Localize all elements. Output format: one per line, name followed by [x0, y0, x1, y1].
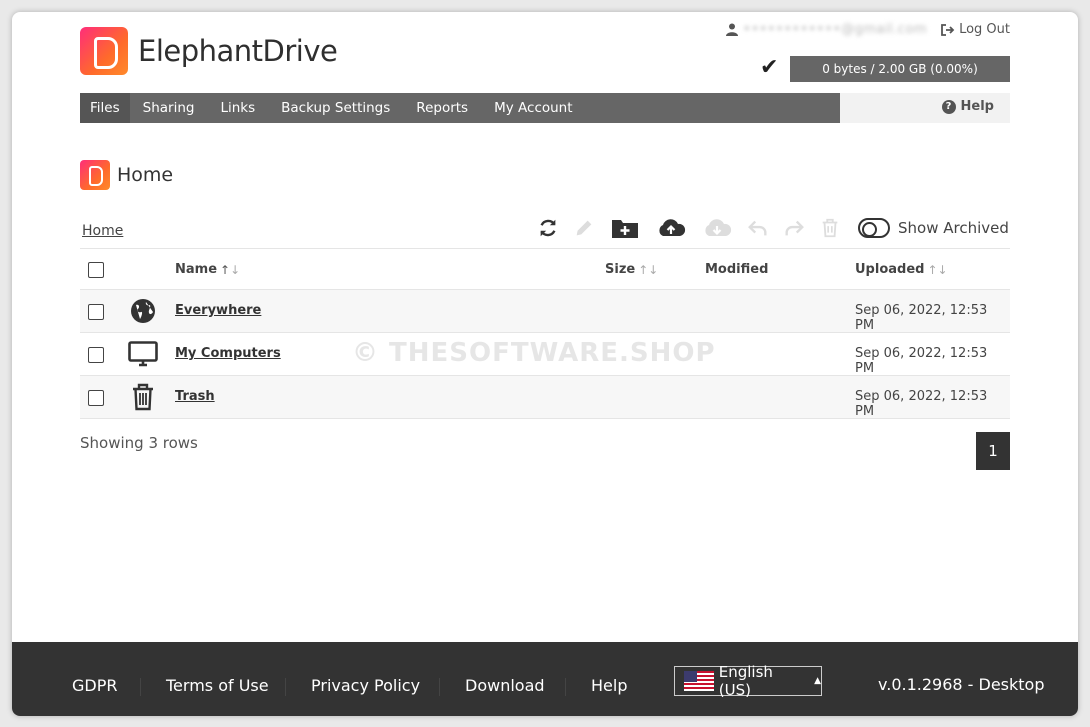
rows-count: Showing 3 rows	[80, 434, 198, 452]
language-selector[interactable]: English (US) ▲	[674, 663, 822, 699]
sort-icon: ↑↓	[927, 262, 948, 277]
brand-name: ElephantDrive	[138, 34, 338, 68]
table-row[interactable]: Trash Sep 06, 2022, 12:53 PM	[80, 376, 1010, 419]
row-checkbox[interactable]	[88, 390, 104, 406]
footer-link-privacy[interactable]: Privacy Policy	[311, 676, 420, 695]
storage-quota-bar: 0 bytes / 2.00 GB (0.00%)	[790, 56, 1010, 82]
caret-up-icon: ▲	[814, 676, 821, 686]
help-icon: ?	[941, 99, 956, 114]
file-toolbar	[536, 216, 842, 240]
folder-plus-icon	[612, 220, 638, 238]
sort-icon: ↑↓	[638, 262, 659, 277]
page-button[interactable]: 1	[976, 432, 1010, 470]
download-button[interactable]	[700, 216, 734, 240]
table-header: Name ↑↓ Size ↑↓ Modified Uploaded ↑↓	[80, 248, 1010, 290]
column-header-uploaded[interactable]: Uploaded ↑↓	[855, 262, 948, 277]
nav-reports[interactable]: Reports	[403, 93, 481, 123]
monitor-icon	[128, 340, 158, 368]
logout-link[interactable]: Log Out	[941, 22, 1010, 37]
nav-links[interactable]: Links	[207, 93, 268, 123]
show-archived-toggle[interactable]: Show Archived	[858, 218, 1009, 238]
row-name-link[interactable]: My Computers	[175, 346, 281, 361]
elephant-logo-icon	[80, 27, 128, 75]
row-uploaded: Sep 06, 2022, 12:53 PM	[855, 346, 988, 376]
storage-quota-label: 0 bytes / 2.00 GB (0.00%)	[822, 62, 978, 76]
breadcrumb-home[interactable]: Home	[82, 223, 123, 239]
row-name-link[interactable]: Trash	[175, 389, 215, 404]
redo-icon	[785, 220, 804, 236]
account-menu[interactable]: ••••••••••••@gmail.com	[726, 22, 927, 37]
toggle-switch[interactable]	[858, 218, 890, 238]
app-window: ElephantDrive ••••••••••••@gmail.com Log…	[12, 12, 1078, 716]
file-table: Name ↑↓ Size ↑↓ Modified Uploaded ↑↓ Eve…	[80, 248, 1010, 419]
nav-backup-settings[interactable]: Backup Settings	[268, 93, 403, 123]
row-checkbox[interactable]	[88, 304, 104, 320]
app-version: v.0.1.2968 - Desktop	[878, 675, 1045, 694]
watermark: © THESOFTWARE.SHOP	[352, 338, 716, 368]
trash-icon	[128, 383, 158, 411]
cloud-upload-icon	[659, 219, 686, 236]
folder-logo-icon	[80, 160, 110, 190]
undo-button[interactable]	[746, 216, 770, 240]
row-checkbox[interactable]	[88, 347, 104, 363]
user-email: ••••••••••••@gmail.com	[743, 22, 928, 37]
footer-link-download[interactable]: Download	[465, 676, 545, 695]
footer-link-terms[interactable]: Terms of Use	[166, 676, 269, 695]
cloud-download-icon	[705, 219, 732, 236]
sort-icon: ↑↓	[220, 262, 241, 277]
language-label: English (US)	[718, 663, 773, 699]
nav-my-account[interactable]: My Account	[481, 93, 585, 123]
column-header-modified[interactable]: Modified	[705, 262, 768, 277]
refresh-button[interactable]	[536, 216, 560, 240]
check-icon: ✔	[760, 55, 779, 80]
rename-button[interactable]	[572, 216, 596, 240]
show-archived-label: Show Archived	[898, 219, 1009, 237]
brand-logo[interactable]: ElephantDrive	[80, 27, 338, 75]
new-folder-button[interactable]	[608, 216, 642, 240]
page-title: Home	[80, 160, 173, 190]
select-all-checkbox[interactable]	[88, 262, 104, 278]
refresh-icon	[540, 219, 556, 237]
undo-icon	[748, 220, 767, 236]
column-header-size[interactable]: Size ↑↓	[605, 262, 658, 277]
nav-files[interactable]: Files	[80, 93, 130, 123]
help-link[interactable]: ? Help	[941, 99, 994, 114]
logout-icon	[941, 23, 955, 36]
row-uploaded: Sep 06, 2022, 12:53 PM	[855, 389, 988, 419]
footer-link-gdpr[interactable]: GDPR	[72, 676, 117, 695]
logout-label: Log Out	[959, 22, 1010, 37]
row-uploaded: Sep 06, 2022, 12:53 PM	[855, 303, 988, 333]
footer-link-help[interactable]: Help	[591, 676, 627, 695]
trash-icon	[822, 218, 838, 238]
main-nav: Files Sharing Links Backup Settings Repo…	[80, 93, 1010, 123]
us-flag-icon	[684, 671, 714, 691]
nav-sharing[interactable]: Sharing	[130, 93, 208, 123]
user-area: ••••••••••••@gmail.com Log Out	[726, 22, 1010, 37]
user-icon	[726, 23, 739, 36]
table-row[interactable]: Everywhere Sep 06, 2022, 12:53 PM	[80, 290, 1010, 333]
pencil-icon	[576, 220, 592, 236]
footer: GDPR Terms of Use Privacy Policy Downloa…	[12, 642, 1078, 716]
column-header-name[interactable]: Name ↑↓	[175, 262, 240, 277]
help-label: Help	[960, 99, 994, 114]
upload-button[interactable]	[654, 216, 688, 240]
row-name-link[interactable]: Everywhere	[175, 303, 261, 318]
page-title-text: Home	[117, 164, 174, 186]
redo-button[interactable]	[782, 216, 806, 240]
globe-icon	[128, 297, 158, 325]
delete-button[interactable]	[818, 216, 842, 240]
